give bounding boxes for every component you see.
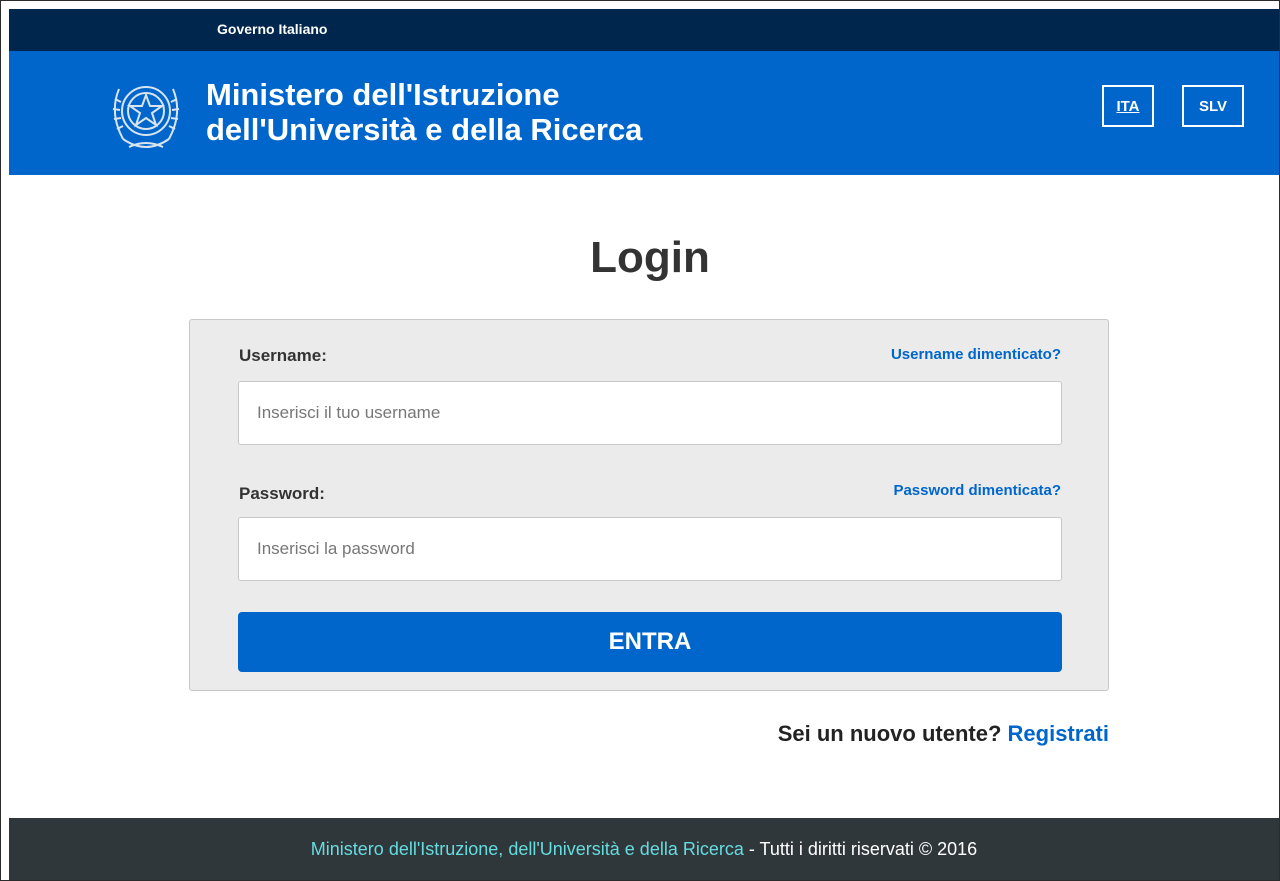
language-ita-button[interactable]: ITA xyxy=(1102,85,1154,127)
government-bar: Governo Italiano xyxy=(9,9,1279,51)
language-slv-label: SLV xyxy=(1198,97,1228,115)
username-input[interactable] xyxy=(238,381,1062,445)
password-label: Password: xyxy=(239,484,325,503)
footer-copyright: - Tutti i diritti riservati © 2016 xyxy=(743,838,978,859)
italian-republic-emblem-icon[interactable] xyxy=(105,69,187,157)
password-input[interactable] xyxy=(238,517,1062,581)
register-prompt-text: Sei un nuovo utente? xyxy=(777,721,1002,746)
forgot-username-link[interactable]: Username dimenticato? xyxy=(891,346,1061,363)
page-title: Login xyxy=(590,233,710,282)
site-header: Ministero dell'Istruzione dell'Universit… xyxy=(9,51,1279,175)
ministry-title: Ministero dell'Istruzione dell'Universit… xyxy=(206,77,642,147)
register-prompt: Sei un nuovo utente? Registrati xyxy=(778,721,1109,747)
username-label: Username: xyxy=(239,346,327,365)
register-link[interactable]: Registrati xyxy=(1008,721,1109,746)
site-footer: Ministero dell'Istruzione, dell'Universi… xyxy=(9,818,1279,880)
footer-ministry-link[interactable]: Ministero dell'Istruzione, dell'Universi… xyxy=(311,839,744,860)
forgot-password-link[interactable]: Password dimenticata? xyxy=(893,482,1061,499)
government-bar-label[interactable]: Governo Italiano xyxy=(217,21,327,37)
ministry-title-line-1: Ministero dell'Istruzione xyxy=(206,77,560,112)
page: Governo Italiano Ministero dell'Istruzio… xyxy=(0,0,1280,881)
language-slv-button[interactable]: SLV xyxy=(1182,85,1244,127)
ministry-title-line-2: dell'Università e della Ricerca xyxy=(206,112,643,147)
login-submit-button[interactable]: ENTRA xyxy=(238,612,1062,672)
login-form: Username: Username dimenticato? Password… xyxy=(189,319,1109,691)
language-ita-label: ITA xyxy=(1116,97,1140,115)
